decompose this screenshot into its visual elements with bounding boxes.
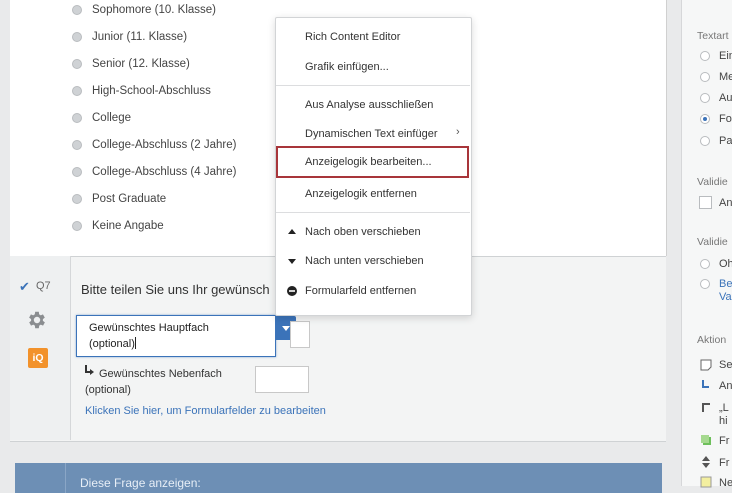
answer-option-label: College-Abschluss (4 Jahre) (92, 166, 237, 178)
checkbox[interactable] (699, 196, 712, 209)
radio-button[interactable] (700, 259, 710, 269)
menu-item-dynamic-text[interactable]: Dynamischen Text einfüger (305, 128, 437, 140)
menu-divider (276, 85, 470, 86)
branch-icon (702, 403, 710, 412)
gear-icon[interactable] (26, 309, 48, 331)
radio-button[interactable] (700, 93, 710, 103)
display-logic-title: Diese Frage anzeigen: (80, 476, 201, 490)
validation-heading: Validie (697, 176, 728, 188)
form-field-label[interactable]: Gewünschtes Nebenfach (optional) (85, 366, 255, 398)
text-type-option[interactable]: Ein (719, 50, 732, 62)
menu-item-remove-display-logic[interactable]: Anzeigelogik entfernen (305, 188, 417, 200)
radio-button[interactable] (72, 32, 82, 42)
radio-button[interactable] (72, 113, 82, 123)
answer-option-label: High-School-Abschluss (92, 85, 211, 97)
text-type-option[interactable]: Au (719, 92, 732, 104)
radio-button[interactable] (72, 194, 82, 204)
action-item[interactable]: „L (719, 402, 729, 414)
edit-form-fields-link[interactable]: Klicken Sie hier, um Formularfelder zu b… (85, 405, 326, 417)
move-updown-icon (702, 456, 710, 468)
text-type-heading: Textart (697, 30, 729, 42)
action-item[interactable]: hi (719, 415, 728, 427)
radio-button[interactable] (700, 51, 710, 61)
form-field-label-text[interactable]: Gewünschtes Hauptfach (optional) (89, 320, 269, 352)
form-field-input-1[interactable] (290, 321, 310, 348)
child-arrow-icon (702, 380, 709, 388)
menu-item-exclude-from-analysis[interactable]: Aus Analyse ausschließen (305, 99, 433, 111)
text-type-option[interactable]: Me (719, 71, 732, 83)
radio-button[interactable] (72, 167, 82, 177)
action-item[interactable]: An (719, 380, 732, 392)
submenu-chevron-icon: › (456, 126, 460, 138)
menu-item-insert-graphic[interactable]: Grafik einfügen... (305, 61, 389, 73)
answer-option-label: College (92, 112, 131, 124)
radio-button-selected[interactable] (700, 114, 710, 124)
radio-button[interactable] (700, 72, 710, 82)
form-field-input-2[interactable] (255, 366, 309, 393)
menu-item-remove-form-field[interactable]: Formularfeld entfernen (305, 285, 416, 297)
radio-button[interactable] (72, 86, 82, 96)
answer-option-label: Junior (11. Klasse) (92, 31, 188, 43)
menu-divider (276, 212, 470, 213)
menu-item-move-up[interactable]: Nach oben verschieben (305, 226, 421, 238)
answer-option-label: Senior (12. Klasse) (92, 58, 190, 70)
question-text[interactable]: Bitte teilen Sie uns Ihr gewünsch (81, 282, 270, 297)
remove-circle-icon (287, 286, 297, 296)
validation-option[interactable]: Oh (719, 258, 732, 270)
select-question-checkbox[interactable]: ✔ (19, 280, 32, 293)
action-item[interactable]: Ne (719, 477, 732, 489)
text-type-option[interactable]: Pa (719, 135, 732, 147)
validation-heading: Validie (697, 236, 728, 248)
triangle-down-icon (288, 259, 296, 264)
menu-item-rich-content-editor[interactable]: Rich Content Editor (305, 31, 400, 43)
menu-item-move-down[interactable]: Nach unten verschieben (305, 255, 424, 267)
triangle-up-icon (288, 229, 296, 234)
radio-button[interactable] (72, 5, 82, 15)
question-number: Q7 (36, 280, 51, 292)
radio-button[interactable] (72, 221, 82, 231)
radio-button[interactable] (72, 59, 82, 69)
page-icon (700, 359, 712, 371)
validation-link[interactable]: Be Va (719, 278, 732, 304)
new-page-icon (700, 476, 712, 488)
action-item[interactable]: Fr (719, 435, 729, 447)
copy-icon (701, 435, 711, 445)
radio-button[interactable] (72, 140, 82, 150)
radio-button[interactable] (700, 136, 710, 146)
menu-item-edit-display-logic[interactable]: Anzeigelogik bearbeiten... (305, 156, 432, 168)
radio-button[interactable] (700, 279, 710, 289)
answer-option-label: College-Abschluss (2 Jahre) (92, 139, 237, 151)
answer-option-label: Keine Angabe (92, 220, 164, 232)
action-item[interactable]: Se (719, 359, 732, 371)
iq-badge[interactable]: iQ (28, 348, 48, 368)
validation-option[interactable]: An (719, 197, 732, 209)
answer-option-label: Sophomore (10. Klasse) (92, 4, 217, 16)
text-type-option[interactable]: Fo (719, 113, 732, 125)
action-item[interactable]: Fr (719, 457, 729, 469)
display-logic-gutter (15, 463, 66, 493)
actions-heading: Aktion (697, 334, 727, 346)
answer-option-label: Post Graduate (92, 193, 167, 205)
